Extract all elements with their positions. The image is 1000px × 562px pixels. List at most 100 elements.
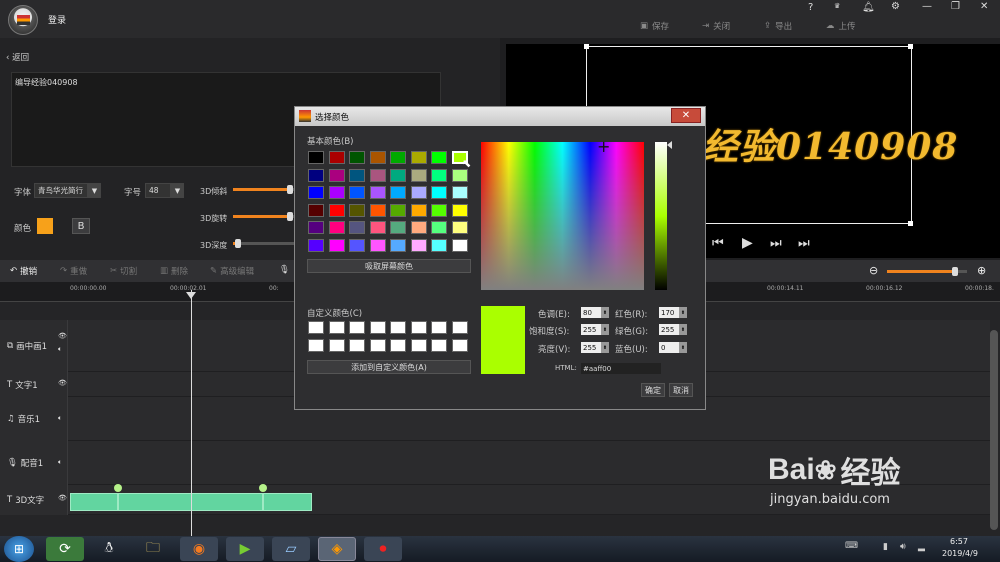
color-swatch[interactable] — [308, 238, 324, 252]
color-swatch[interactable] — [431, 203, 447, 217]
red-input[interactable]: 170 — [659, 307, 679, 318]
advanced-edit-button[interactable]: ✎ 高级编辑 — [210, 265, 254, 277]
luminance-bar[interactable] — [655, 142, 667, 290]
saturation-input[interactable]: 255 — [581, 324, 601, 335]
color-swatch[interactable] — [328, 238, 345, 252]
spin-arrows[interactable]: ⬍ — [601, 342, 609, 353]
value-input[interactable]: 255 — [581, 342, 601, 353]
refresh-app-icon[interactable]: ⟳ — [46, 537, 84, 561]
eye-icon[interactable]: 👁︎ — [58, 332, 67, 340]
color-swatch[interactable] — [390, 168, 406, 182]
playhead-handle[interactable] — [186, 292, 196, 299]
close-window-icon[interactable]: ✕ — [980, 1, 988, 12]
custom-color-swatch[interactable] — [410, 339, 427, 352]
folder-icon[interactable]: 🗀 — [134, 537, 172, 561]
speaker-icon[interactable]: 🔈︎ — [58, 458, 62, 467]
depth-slider[interactable] — [233, 239, 295, 248]
chevron-down-icon[interactable]: ▼ — [88, 183, 101, 198]
color-swatch[interactable] — [349, 203, 365, 217]
add-custom-color-button[interactable]: 添加到自定义颜色(A) — [307, 360, 471, 374]
color-swatch[interactable] — [308, 168, 324, 182]
custom-color-swatch[interactable] — [431, 321, 447, 334]
slider-knob[interactable] — [287, 212, 294, 221]
color-swatch[interactable] — [349, 238, 365, 252]
color-swatch[interactable] — [328, 203, 345, 217]
zoom-in-icon[interactable]: ⊕ — [977, 264, 986, 277]
tilt-slider[interactable] — [233, 185, 295, 194]
color-swatch[interactable] — [328, 186, 345, 199]
color-swatch[interactable] — [390, 151, 406, 164]
export-button[interactable]: ⇪ 导出 — [764, 20, 792, 32]
clock-time[interactable]: 6:57 — [950, 537, 968, 546]
vip-icon[interactable]: ♛ — [834, 2, 840, 10]
ok-button[interactable]: 确定 — [641, 383, 665, 397]
cancel-button[interactable]: 取消 — [669, 383, 693, 397]
color-swatch[interactable] — [328, 221, 345, 234]
firefox-icon[interactable]: ◉ — [180, 537, 218, 561]
color-swatch[interactable] — [349, 221, 365, 234]
color-swatch[interactable] — [37, 218, 53, 234]
custom-color-swatch[interactable] — [328, 321, 345, 334]
vertical-scrollbar[interactable] — [990, 330, 998, 530]
resize-handle[interactable] — [584, 44, 589, 49]
eye-icon[interactable]: 👁︎ — [58, 494, 67, 502]
font-select[interactable]: 青鸟华光简行 — [34, 183, 88, 198]
keyframe[interactable] — [114, 484, 122, 492]
bell-icon[interactable]: 🔔︎ — [862, 2, 875, 13]
chevron-down-icon[interactable]: ▼ — [171, 183, 184, 198]
resize-handle[interactable] — [908, 44, 913, 49]
custom-color-swatch[interactable] — [369, 339, 386, 352]
keyframe[interactable] — [259, 484, 267, 492]
upload-button[interactable]: ☁ 上传 — [826, 20, 856, 32]
close-icon[interactable]: ✕ — [671, 108, 701, 123]
qq-icon[interactable]: 🐧︎ — [90, 537, 128, 561]
save-button[interactable]: ▣ 保存 — [640, 20, 669, 32]
html-input[interactable]: #aaff00 — [581, 363, 661, 374]
color-swatch[interactable] — [308, 203, 324, 217]
mic-icon[interactable]: 🎙︎ — [279, 265, 290, 275]
spin-arrows[interactable]: ⬍ — [679, 342, 687, 353]
color-swatch[interactable] — [451, 221, 468, 234]
undo-button[interactable]: ↶ 撤销 — [10, 265, 37, 277]
prev-frame-icon[interactable]: ⏮ — [712, 236, 724, 251]
back-button[interactable]: ‹ 返回 — [6, 51, 29, 63]
notepad-icon[interactable]: ▱ — [272, 537, 310, 561]
custom-color-swatch[interactable] — [390, 339, 406, 352]
custom-color-swatch[interactable] — [308, 321, 324, 334]
hue-input[interactable]: 80 — [581, 307, 601, 318]
color-swatch[interactable] — [369, 221, 386, 234]
custom-color-swatch[interactable] — [451, 339, 468, 352]
color-swatch[interactable] — [431, 221, 447, 234]
color-swatch[interactable] — [431, 168, 447, 182]
color-swatch[interactable] — [349, 168, 365, 182]
skip-end-icon[interactable]: ⏭ — [798, 236, 810, 251]
color-swatch[interactable] — [431, 186, 447, 199]
size-select[interactable]: 48 — [145, 183, 171, 198]
custom-color-swatch[interactable] — [349, 339, 365, 352]
zoom-out-icon[interactable]: ⊖ — [869, 264, 878, 277]
custom-color-swatch[interactable] — [369, 321, 386, 334]
color-swatch[interactable] — [431, 238, 447, 252]
color-swatch[interactable] — [369, 168, 386, 182]
custom-color-swatch[interactable] — [349, 321, 365, 334]
color-swatch[interactable] — [410, 238, 427, 252]
color-swatch[interactable] — [451, 238, 468, 252]
luminance-arrow[interactable] — [667, 141, 672, 149]
color-swatch[interactable] — [410, 186, 427, 199]
slider-knob[interactable] — [287, 185, 294, 194]
color-swatch[interactable] — [390, 238, 406, 252]
spin-arrows[interactable]: ⬍ — [601, 307, 609, 318]
media-player-icon[interactable]: ▶ — [226, 537, 264, 561]
color-swatch[interactable] — [349, 186, 365, 199]
blue-input[interactable]: 0 — [659, 342, 679, 353]
clock-date[interactable]: 2019/4/9 — [942, 549, 978, 558]
pick-screen-color-button[interactable]: 吸取屏幕颜色 — [307, 259, 471, 273]
record-icon[interactable]: ⏺ — [364, 537, 402, 561]
restore-icon[interactable]: ❐ — [951, 1, 960, 12]
custom-color-swatch[interactable] — [410, 321, 427, 334]
start-button[interactable]: ⊞ — [4, 536, 34, 562]
speaker-icon[interactable]: 🔈︎ — [58, 345, 62, 354]
battery-icon[interactable]: ▮ — [883, 542, 888, 552]
color-swatch[interactable] — [410, 221, 427, 234]
playhead[interactable] — [191, 290, 192, 536]
